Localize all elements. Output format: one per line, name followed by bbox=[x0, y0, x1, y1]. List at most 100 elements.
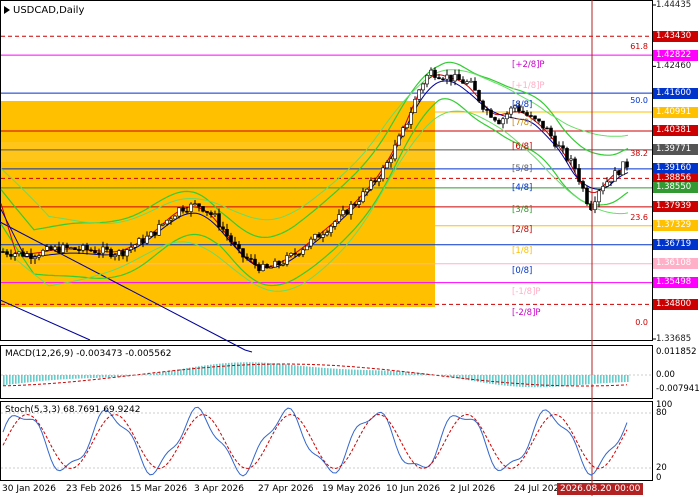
macd-bar bbox=[486, 375, 488, 384]
candle-body bbox=[429, 69, 433, 76]
price-label: 1.37939 bbox=[653, 201, 698, 213]
candle-body bbox=[365, 188, 369, 193]
macd-bar bbox=[105, 375, 107, 378]
price-tick-label: 1.42460 bbox=[656, 60, 692, 71]
candle-body bbox=[237, 244, 241, 249]
zone-upper bbox=[1, 101, 435, 142]
macd-bar bbox=[24, 375, 26, 383]
date-label: 19 May 2026 bbox=[322, 484, 381, 494]
candle-body bbox=[109, 249, 113, 257]
macd-bar bbox=[390, 370, 392, 375]
candle-body bbox=[85, 245, 89, 251]
macd-bar bbox=[507, 375, 509, 386]
macd-bar bbox=[90, 375, 92, 379]
macd-bar bbox=[147, 374, 149, 375]
macd-bar bbox=[561, 375, 563, 387]
macd-bar bbox=[618, 375, 620, 383]
fib-label: 38.2 bbox=[630, 149, 648, 158]
candle-body bbox=[197, 203, 201, 207]
macd-bar bbox=[528, 375, 530, 388]
macd-bar bbox=[564, 375, 566, 387]
candle-body bbox=[5, 251, 9, 255]
macd-bar bbox=[579, 375, 581, 385]
candle-body bbox=[149, 231, 153, 237]
candle-body bbox=[33, 256, 37, 259]
macd-bar bbox=[225, 363, 227, 375]
candle-body bbox=[481, 100, 485, 110]
macd-bar bbox=[228, 362, 230, 375]
macd-bar bbox=[87, 375, 89, 379]
murrey-label: [7/8] bbox=[512, 118, 533, 128]
macd-bar bbox=[291, 364, 293, 375]
macd-bar bbox=[276, 363, 278, 375]
macd-bar bbox=[501, 375, 503, 386]
macd-bar bbox=[597, 375, 599, 384]
candle-body bbox=[233, 241, 237, 245]
candle-body bbox=[45, 246, 49, 251]
macd-bar bbox=[78, 375, 80, 379]
candle-body bbox=[201, 206, 205, 212]
candle-body bbox=[153, 231, 157, 236]
price-label: 1.34800 bbox=[653, 298, 698, 310]
fib-label: 23.6 bbox=[630, 213, 648, 222]
murrey-label: [-1/8]P bbox=[512, 287, 541, 297]
price-label: 1.42822 bbox=[653, 49, 698, 61]
macd-bar bbox=[327, 368, 329, 375]
macd-bar bbox=[621, 375, 623, 383]
candle-body bbox=[293, 253, 297, 255]
macd-bar bbox=[60, 375, 62, 380]
candle-body bbox=[205, 211, 209, 213]
candle-body bbox=[369, 180, 373, 190]
candle-body bbox=[437, 77, 441, 80]
macd-bar bbox=[51, 375, 53, 381]
date-label: 10 Jun 2026 bbox=[386, 484, 441, 494]
candle-body bbox=[185, 210, 189, 213]
candle-body bbox=[125, 249, 129, 257]
candle-body bbox=[77, 249, 81, 251]
candle-body bbox=[105, 246, 109, 250]
price-tick-label: 1.44435 bbox=[656, 0, 692, 10]
candle-body bbox=[169, 218, 173, 221]
candle-body bbox=[93, 250, 97, 254]
macd-bar bbox=[216, 363, 218, 375]
macd-bar bbox=[54, 375, 56, 380]
candle-body bbox=[549, 127, 553, 137]
candle-body bbox=[477, 90, 481, 102]
macd-bar bbox=[246, 362, 248, 375]
macd-bar bbox=[162, 371, 164, 375]
candle-body bbox=[69, 247, 73, 249]
macd-bar bbox=[18, 375, 20, 384]
candle-body bbox=[145, 235, 149, 244]
candle-body bbox=[97, 252, 101, 255]
macd-bar bbox=[255, 362, 257, 375]
date-label: 30 Jan 2026 bbox=[2, 484, 56, 494]
candle-body bbox=[345, 209, 349, 215]
murrey-label: [+1/8]P bbox=[512, 81, 545, 91]
candle-body bbox=[561, 145, 565, 149]
murrey-label: [+2/8]P bbox=[512, 60, 545, 70]
macd-bar bbox=[84, 375, 86, 379]
macd-bar bbox=[279, 363, 281, 375]
macd-bar bbox=[399, 371, 401, 375]
macd-bar bbox=[219, 363, 221, 375]
macd-bar bbox=[267, 362, 269, 375]
macd-bar bbox=[558, 375, 560, 387]
candle-body bbox=[569, 158, 573, 161]
chart-canvas[interactable] bbox=[0, 0, 700, 500]
candle-body bbox=[301, 249, 305, 255]
candle-body bbox=[161, 223, 165, 226]
candle-body bbox=[625, 161, 629, 168]
price-label: 1.35498 bbox=[653, 277, 698, 289]
candle-body bbox=[613, 170, 617, 182]
fib-label: 0.0 bbox=[635, 318, 648, 327]
macd-bar bbox=[492, 375, 494, 385]
candle-body bbox=[465, 81, 469, 84]
candle-body bbox=[593, 201, 597, 210]
macd-bar bbox=[570, 375, 572, 386]
macd-bar bbox=[342, 369, 344, 375]
candle-body bbox=[113, 254, 117, 257]
macd-bar bbox=[531, 375, 533, 388]
candle-body bbox=[313, 234, 317, 240]
macd-bar bbox=[309, 366, 311, 375]
candle-body bbox=[73, 247, 77, 250]
